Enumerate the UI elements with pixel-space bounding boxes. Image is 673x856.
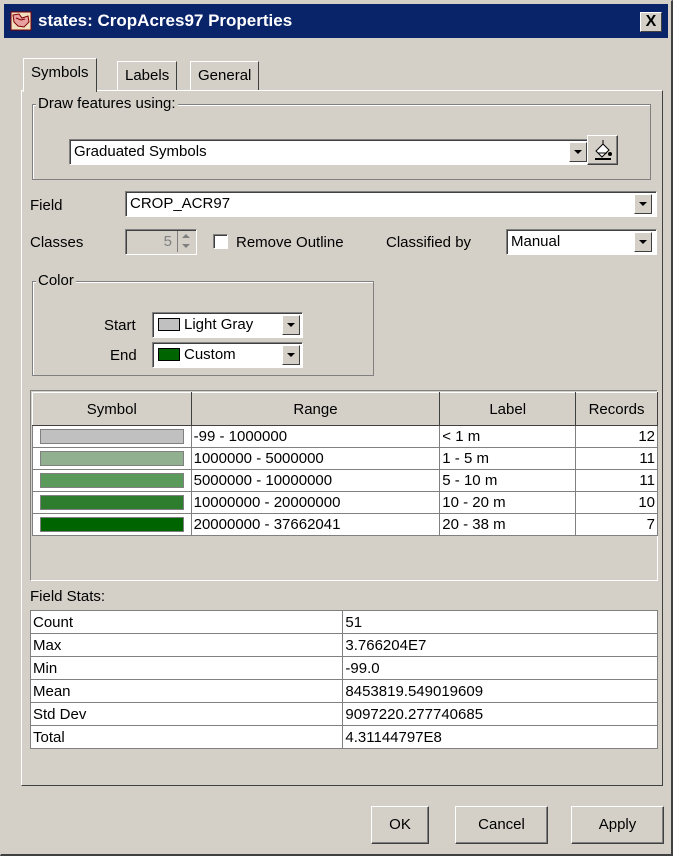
end-color-swatch: [158, 348, 180, 361]
symbols-panel: Draw features using: Graduated Symbols F…: [21, 90, 663, 786]
properties-dialog: states: CropAcres97 Properties X Symbols…: [0, 0, 673, 856]
ok-button[interactable]: OK: [371, 806, 429, 844]
tab-symbols[interactable]: Symbols: [23, 58, 97, 92]
records-cell: 7: [575, 513, 658, 536]
symbol-swatch[interactable]: [40, 495, 184, 510]
classes-label: Classes: [30, 234, 84, 251]
records-cell: 11: [575, 469, 658, 492]
table-row[interactable]: 1000000 - 5000000 1 - 5 m 11: [32, 447, 658, 470]
window-title: states: CropAcres97 Properties: [38, 11, 293, 30]
title-bar: states: CropAcres97 Properties X: [4, 4, 668, 38]
start-color-label: Start: [104, 317, 136, 334]
classified-by-value: Manual: [511, 233, 561, 250]
symbol-cell[interactable]: [32, 425, 192, 448]
close-button[interactable]: X: [640, 12, 662, 32]
cancel-button[interactable]: Cancel: [455, 806, 548, 844]
draw-method-select[interactable]: Graduated Symbols: [69, 139, 592, 165]
draw-features-legend: Draw features using:: [36, 95, 178, 112]
label-cell[interactable]: 20 - 38 m: [439, 513, 577, 536]
stat-name: Count: [29, 610, 344, 634]
range-cell[interactable]: 5000000 - 10000000: [190, 469, 441, 492]
stat-name: Total: [29, 725, 344, 749]
classes-spinner-arrows[interactable]: [177, 231, 194, 252]
label-header[interactable]: Label: [439, 392, 577, 426]
end-color-select[interactable]: Custom: [152, 342, 303, 368]
start-color-value: Light Gray: [184, 316, 254, 333]
field-value: CROP_ACR97: [130, 195, 231, 212]
tab-labels[interactable]: Labels: [117, 61, 178, 91]
stat-value: 3.766204E7: [342, 633, 658, 657]
symbol-cell[interactable]: [32, 469, 192, 492]
classified-by-dropdown-arrow[interactable]: [634, 232, 652, 252]
table-row: Count 51: [29, 610, 658, 634]
field-dropdown-arrow[interactable]: [634, 194, 652, 214]
records-header[interactable]: Records: [575, 392, 658, 426]
symbol-cell[interactable]: [32, 491, 192, 514]
layer-properties-icon: [10, 11, 32, 31]
label-cell[interactable]: 10 - 20 m: [439, 491, 577, 514]
stat-value: 9097220.277740685: [342, 702, 658, 726]
label-cell[interactable]: < 1 m: [439, 425, 577, 448]
symbol-swatch[interactable]: [40, 429, 184, 444]
apply-button[interactable]: Apply: [571, 806, 664, 844]
classes-value: 5: [163, 233, 172, 250]
symbol-header[interactable]: Symbol: [32, 392, 192, 426]
field-stats-heading: Field Stats:: [30, 588, 106, 605]
table-row[interactable]: 10000000 - 20000000 10 - 20 m 10: [32, 491, 658, 514]
draw-method-value: Graduated Symbols: [74, 143, 207, 160]
remove-outline-checkbox[interactable]: [213, 234, 228, 249]
tab-general[interactable]: General: [190, 61, 260, 91]
table-row: Total 4.31144797E8: [29, 725, 658, 749]
remove-outline-label: Remove Outline: [236, 234, 344, 251]
symbol-cell[interactable]: [32, 513, 192, 536]
symbol-swatch[interactable]: [40, 517, 184, 532]
end-color-label: End: [110, 347, 137, 364]
draw-method-dropdown-arrow[interactable]: [569, 142, 587, 162]
symbol-swatch[interactable]: [40, 473, 184, 488]
table-row: Mean 8453819.549019609: [29, 679, 658, 703]
range-cell[interactable]: -99 - 1000000: [190, 425, 441, 448]
records-cell: 12: [575, 425, 658, 448]
records-cell: 11: [575, 447, 658, 470]
class-table: Symbol Range Label Records -99 - 1000000…: [32, 392, 658, 536]
start-color-select[interactable]: Light Gray: [152, 312, 303, 338]
range-cell[interactable]: 20000000 - 37662041: [190, 513, 441, 536]
symbol-swatch[interactable]: [40, 451, 184, 466]
classified-by-label: Classified by: [386, 234, 472, 251]
field-select[interactable]: CROP_ACR97: [125, 191, 657, 217]
end-color-dropdown-arrow[interactable]: [282, 345, 300, 365]
stat-name: Max: [29, 633, 344, 657]
color-legend: Color: [36, 272, 76, 289]
field-stats-table: Count 51 Max 3.766204E7 Min -99.0 Mean 84538…: [29, 610, 658, 749]
table-row: Max 3.766204E7: [29, 633, 658, 657]
label-cell[interactable]: 1 - 5 m: [439, 447, 577, 470]
table-row[interactable]: -99 - 1000000 < 1 m 12: [32, 425, 658, 448]
stat-value: 51: [342, 610, 658, 634]
stat-name: Mean: [29, 679, 344, 703]
range-header[interactable]: Range: [190, 392, 441, 426]
table-row[interactable]: 5000000 - 10000000 5 - 10 m 11: [32, 469, 658, 492]
range-cell[interactable]: 10000000 - 20000000: [190, 491, 441, 514]
end-color-value: Custom: [184, 346, 236, 363]
table-row: Std Dev 9097220.277740685: [29, 702, 658, 726]
stat-name: Min: [29, 656, 344, 680]
stat-value: 4.31144797E8: [342, 725, 658, 749]
symbol-editor-button[interactable]: [587, 135, 618, 165]
start-color-dropdown-arrow[interactable]: [282, 315, 300, 335]
paint-bucket-icon: [594, 140, 612, 160]
stat-name: Std Dev: [29, 702, 344, 726]
table-row[interactable]: 20000000 - 37662041 20 - 38 m 7: [32, 513, 658, 536]
start-color-swatch: [158, 318, 180, 331]
stat-value: -99.0: [342, 656, 658, 680]
symbol-cell[interactable]: [32, 447, 192, 470]
label-cell[interactable]: 5 - 10 m: [439, 469, 577, 492]
field-label: Field: [30, 197, 63, 214]
stat-value: 8453819.549019609: [342, 679, 658, 703]
records-cell: 10: [575, 491, 658, 514]
range-cell[interactable]: 1000000 - 5000000: [190, 447, 441, 470]
table-row: Min -99.0: [29, 656, 658, 680]
